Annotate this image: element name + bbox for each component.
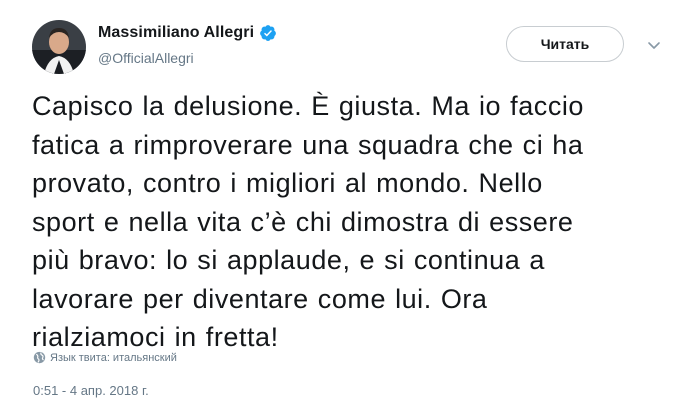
globe-icon — [33, 351, 46, 364]
tweet-text-line: più bravo: lo si applaude, e si continua… — [32, 245, 545, 275]
verified-badge-icon — [259, 24, 277, 42]
tweet-language: Язык твита: итальянский — [33, 351, 177, 364]
tweet-text: Capisco la delusione. È giusta. Ma io fa… — [32, 87, 652, 357]
avatar[interactable] — [32, 20, 86, 74]
tweet-text-line: lavorare per diventare come lui. Ora — [32, 283, 488, 314]
tweet-text-line: Capisco la delusione. È giusta. Ma io fa… — [32, 91, 584, 121]
author-name-row: Massimiliano Allegri — [98, 24, 277, 42]
tweet-timestamp[interactable]: 0:51 - 4 апр. 2018 г. — [33, 383, 149, 398]
tweet-text-line: fatica a rimproverare una squadra che ci… — [32, 129, 584, 160]
avatar-image — [32, 20, 86, 74]
author-display-name[interactable]: Massimiliano Allegri — [98, 24, 254, 42]
follow-button[interactable]: Читать — [506, 26, 624, 62]
author-handle[interactable]: @OfficialAllegri — [98, 50, 194, 66]
tweet-card: Massimiliano Allegri @OfficialAllegri Чи… — [0, 0, 700, 412]
tweet-language-label: Язык твита: итальянский — [50, 351, 177, 364]
tweet-text-line: sport e nella vita c’è chi dimostra di e… — [32, 206, 574, 237]
tweet-text-line: provato, contro i migliori al mondo. Nel… — [32, 168, 543, 198]
chevron-down-icon[interactable] — [647, 38, 661, 49]
